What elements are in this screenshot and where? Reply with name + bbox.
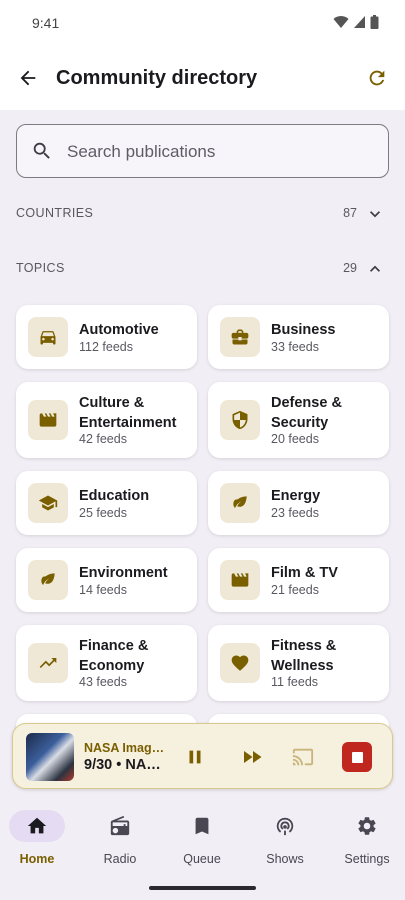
topic-feeds: 23 feeds bbox=[271, 506, 319, 520]
radio-icon bbox=[110, 815, 130, 836]
status-time: 9:41 bbox=[32, 15, 60, 31]
topic-card-automotive[interactable]: Automotive 112 feeds bbox=[16, 305, 197, 369]
countries-label: COUNTRIES bbox=[16, 206, 94, 220]
topics-section-header[interactable]: TOPICS 29 bbox=[16, 257, 389, 281]
cast-button[interactable] bbox=[289, 743, 317, 771]
topics-count: 29 bbox=[343, 261, 357, 275]
leaf-icon bbox=[28, 560, 68, 600]
topic-card-fitness-wellness[interactable]: Fitness & Wellness 11 feeds bbox=[208, 625, 389, 701]
topic-feeds: 25 feeds bbox=[79, 506, 127, 520]
signal-icon bbox=[354, 16, 365, 28]
player-subtitle: 9/30 • NA… bbox=[84, 757, 161, 773]
shield-icon bbox=[220, 400, 260, 440]
topic-name: Culture & Entertainment bbox=[79, 395, 177, 431]
battery-icon bbox=[370, 15, 379, 29]
topics-label: TOPICS bbox=[16, 261, 65, 275]
topic-name: Energy bbox=[271, 488, 321, 504]
wifi-icon bbox=[333, 16, 349, 28]
nav-item-home[interactable]: Home bbox=[4, 810, 70, 866]
topic-feeds: 11 feeds bbox=[271, 675, 319, 689]
topic-feeds: 21 feeds bbox=[271, 583, 319, 597]
topic-name: Fitness & Wellness bbox=[271, 638, 337, 674]
app-bar: Community directory bbox=[0, 48, 405, 110]
topic-card-film-tv[interactable]: Film & TV 21 feeds bbox=[208, 548, 389, 612]
topic-name: Defense & Security bbox=[271, 395, 342, 431]
search-icon bbox=[33, 142, 50, 159]
graduation-cap-icon bbox=[28, 483, 68, 523]
mini-player[interactable]: NASA Imag… 9/30 • NA… bbox=[12, 723, 393, 789]
refresh-icon bbox=[369, 70, 385, 86]
stop-button[interactable] bbox=[342, 742, 372, 772]
topic-name: Finance & Economy bbox=[79, 638, 149, 674]
topic-name: Film & TV bbox=[271, 565, 338, 581]
topic-card-energy[interactable]: Energy 23 feeds bbox=[208, 471, 389, 535]
nav-item-settings[interactable]: Settings bbox=[334, 810, 400, 866]
topic-card-finance-economy[interactable]: Finance & Economy 43 feeds bbox=[16, 625, 197, 701]
trending-up-icon bbox=[28, 643, 68, 683]
nav-icon-container bbox=[339, 810, 395, 842]
topic-feeds: 14 feeds bbox=[79, 583, 127, 597]
episode-artwork bbox=[26, 733, 74, 781]
directory-content[interactable]: Search publications COUNTRIES 87 TOPICS … bbox=[0, 110, 405, 798]
chevron-down-icon bbox=[370, 211, 380, 218]
fast-forward-button[interactable] bbox=[238, 743, 266, 771]
briefcase-icon bbox=[220, 317, 260, 357]
podcast-icon bbox=[276, 817, 294, 836]
nav-icon-container bbox=[174, 810, 230, 842]
car-icon bbox=[28, 317, 68, 357]
countries-section-header[interactable]: COUNTRIES 87 bbox=[16, 202, 389, 226]
topic-feeds: 112 feeds bbox=[79, 340, 133, 354]
topic-card-defense-security[interactable]: Defense & Security 20 feeds bbox=[208, 382, 389, 458]
gear-icon bbox=[358, 817, 376, 835]
search-placeholder: Search publications bbox=[67, 142, 216, 161]
cast-icon bbox=[292, 748, 314, 766]
refresh-button[interactable] bbox=[363, 64, 391, 92]
topic-feeds: 20 feeds bbox=[271, 432, 319, 446]
page-title: Community directory bbox=[56, 67, 258, 89]
clapperboard-icon bbox=[28, 400, 68, 440]
status-bar: 9:41 bbox=[0, 0, 405, 48]
topic-name: Business bbox=[271, 322, 336, 338]
nav-label: Queue bbox=[183, 852, 221, 866]
fast-forward-icon bbox=[244, 751, 262, 763]
status-icons bbox=[333, 15, 379, 29]
search-input[interactable]: Search publications bbox=[16, 124, 389, 178]
player-title: NASA Imag… bbox=[84, 741, 164, 755]
clapperboard-icon bbox=[220, 560, 260, 600]
back-button[interactable] bbox=[14, 64, 42, 92]
bottom-navigation: Home Radio Queue Shows Settings bbox=[0, 798, 405, 900]
chevron-up-icon bbox=[370, 265, 380, 272]
heart-icon bbox=[220, 643, 260, 683]
nav-icon-container bbox=[257, 810, 313, 842]
nav-label: Shows bbox=[266, 852, 304, 866]
nav-label: Settings bbox=[344, 852, 390, 866]
countries-count: 87 bbox=[343, 206, 357, 220]
nav-item-radio[interactable]: Radio bbox=[87, 810, 153, 866]
nav-item-queue[interactable]: Queue bbox=[169, 810, 235, 866]
topic-feeds: 42 feeds bbox=[79, 432, 127, 446]
nav-icon-container bbox=[92, 810, 148, 842]
pause-button[interactable] bbox=[181, 743, 209, 771]
topic-card-environment[interactable]: Environment 14 feeds bbox=[16, 548, 197, 612]
topic-name: Automotive bbox=[79, 322, 159, 338]
pause-icon bbox=[189, 750, 201, 764]
topic-card-education[interactable]: Education 25 feeds bbox=[16, 471, 197, 535]
topic-feeds: 33 feeds bbox=[271, 340, 319, 354]
topic-feeds: 43 feeds bbox=[79, 675, 127, 689]
home-icon bbox=[27, 817, 47, 834]
nav-item-shows[interactable]: Shows bbox=[252, 810, 318, 866]
nav-label: Radio bbox=[103, 852, 137, 866]
topic-card-culture-entertainment[interactable]: Culture & Entertainment 42 feeds bbox=[16, 382, 197, 458]
nav-icon-container bbox=[9, 810, 65, 842]
topic-name: Education bbox=[79, 488, 150, 504]
stop-icon bbox=[351, 751, 363, 763]
nav-label: Home bbox=[19, 852, 55, 866]
topic-name: Environment bbox=[79, 565, 168, 581]
arrow-back-icon bbox=[20, 70, 36, 86]
leaf-icon bbox=[220, 483, 260, 523]
topic-card-business[interactable]: Business 33 feeds bbox=[208, 305, 389, 369]
home-indicator[interactable] bbox=[149, 886, 256, 890]
bookmark-icon bbox=[195, 817, 209, 835]
